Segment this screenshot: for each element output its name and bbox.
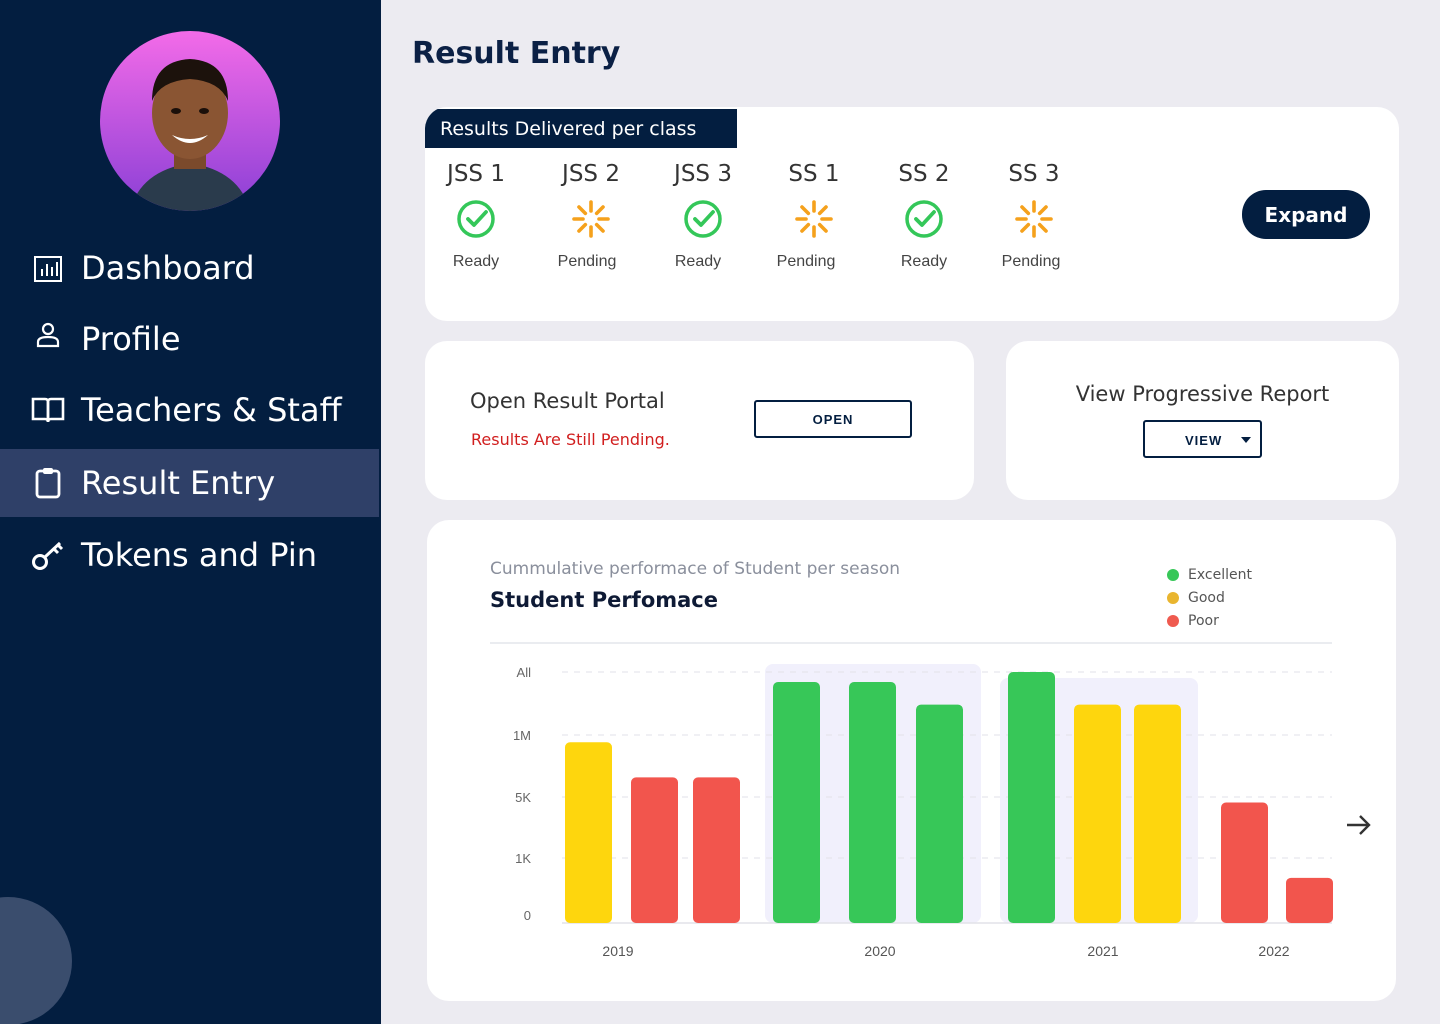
x-tick-label: 2021 — [1087, 943, 1118, 959]
bar-chart-icon — [30, 250, 66, 286]
page-title: Result Entry — [412, 36, 621, 71]
y-tick-label: 1M — [513, 728, 531, 743]
x-tick-label: 2022 — [1258, 943, 1289, 959]
sidebar-item-label: Tokens and Pin — [81, 536, 318, 574]
bar-2019-poor[interactable] — [693, 777, 740, 923]
view-button-label: VIEW — [1185, 433, 1223, 448]
y-tick-label: All — [517, 665, 532, 680]
decorative-circle — [0, 897, 72, 1024]
class-status: Ready — [900, 253, 948, 270]
class-name: SS 1 — [788, 161, 840, 187]
sidebar-item-label: Profile — [81, 320, 181, 358]
class-status: Ready — [674, 253, 722, 270]
bar-2020-excellent[interactable] — [916, 704, 963, 923]
loading-spinner-icon — [571, 199, 611, 239]
bar-2020-excellent[interactable] — [773, 682, 820, 923]
pending-warning: Results Are Still Pending. — [471, 430, 670, 449]
sidebar-item-result-entry[interactable]: Result Entry — [0, 449, 379, 517]
sidebar-item-label: Dashboard — [81, 249, 255, 287]
user-avatar-image — [100, 31, 280, 211]
class-status: Pending — [1001, 253, 1061, 270]
class-status-item: SS 1 Pending — [764, 161, 864, 271]
class-status-item: JSS 1 Ready — [426, 161, 526, 271]
sidebar-item-profile[interactable]: Profile — [0, 305, 379, 373]
progressive-report-card: View Progressive Report VIEW — [1006, 341, 1399, 500]
bar-2022-poor[interactable] — [1286, 877, 1333, 923]
performance-bar-chart: 0 1K 5K 1M All 2019 2020 2021 2022 — [490, 642, 1333, 959]
check-circle-icon — [904, 199, 944, 239]
class-name: JSS 1 — [447, 161, 505, 187]
book-icon — [30, 392, 66, 428]
class-status: Pending — [557, 253, 617, 270]
y-tick-label: 0 — [524, 908, 531, 923]
class-status-item: SS 2 Ready — [874, 161, 974, 271]
loading-spinner-icon — [794, 199, 834, 239]
bar-2019-good[interactable] — [565, 742, 612, 923]
key-icon — [30, 537, 66, 573]
sidebar: Dashboard Profile Teachers & Staff Resul… — [0, 0, 381, 1024]
sidebar-item-label: Result Entry — [81, 464, 276, 502]
results-delivered-card: Results Delivered per class JSS 1 Ready JS… — [425, 107, 1399, 321]
avatar[interactable] — [100, 31, 280, 211]
class-status: Ready — [452, 253, 500, 270]
bar-2020-excellent[interactable] — [849, 682, 896, 923]
expand-button[interactable]: Expand — [1242, 190, 1370, 239]
class-name: SS 2 — [898, 161, 950, 187]
open-portal-button[interactable]: OPEN — [754, 400, 912, 438]
class-name: JSS 2 — [562, 161, 620, 187]
y-tick-label: 1K — [515, 851, 531, 866]
check-circle-icon — [456, 199, 496, 239]
class-status-item: SS 3 Pending — [984, 161, 1084, 271]
portal-title: Open Result Portal — [470, 389, 665, 413]
sidebar-item-tokens-pin[interactable]: Tokens and Pin — [0, 521, 379, 589]
class-status-item: JSS 3 Ready — [653, 161, 753, 271]
x-tick-label: 2019 — [602, 943, 633, 959]
bar-2021-good[interactable] — [1134, 704, 1181, 923]
student-performance-card: Cummulative performace of Student per se… — [427, 520, 1396, 1001]
class-name: SS 3 — [1008, 161, 1060, 187]
caret-down-icon — [1241, 437, 1251, 443]
sidebar-item-label: Teachers & Staff — [81, 391, 342, 429]
y-tick-label: 5K — [515, 790, 531, 805]
sidebar-item-dashboard[interactable]: Dashboard — [0, 234, 379, 302]
x-tick-label: 2020 — [864, 943, 895, 959]
sidebar-item-teachers-staff[interactable]: Teachers & Staff — [0, 376, 379, 444]
loading-spinner-icon — [1014, 199, 1054, 239]
result-portal-card: Open Result Portal Results Are Still Pen… — [425, 341, 974, 500]
arrow-right-icon[interactable] — [1341, 808, 1375, 842]
bar-2021-good[interactable] — [1074, 704, 1121, 923]
bar-2021-excellent[interactable] — [1008, 672, 1055, 923]
bar-2019-poor[interactable] — [631, 777, 678, 923]
class-status: Pending — [776, 253, 836, 270]
user-icon — [30, 317, 66, 353]
class-name: JSS 3 — [674, 161, 732, 187]
card-header: Results Delivered per class — [425, 109, 737, 148]
class-status-item: JSS 2 Pending — [541, 161, 641, 271]
view-report-dropdown[interactable]: VIEW — [1143, 420, 1262, 458]
check-circle-icon — [683, 199, 723, 239]
clipboard-icon — [30, 465, 66, 501]
bar-2022-poor[interactable] — [1221, 802, 1268, 923]
report-title: View Progressive Report — [1075, 382, 1330, 406]
